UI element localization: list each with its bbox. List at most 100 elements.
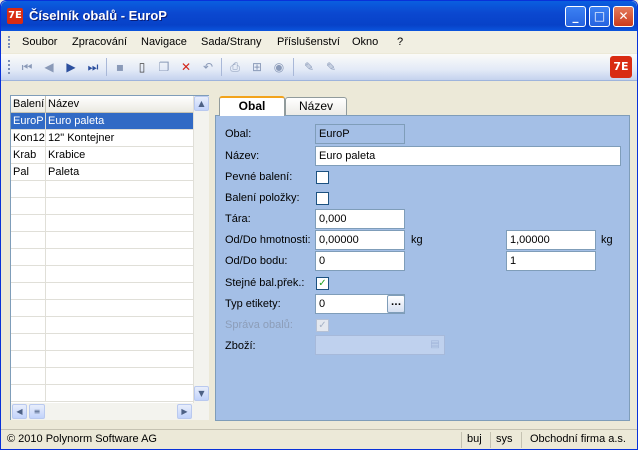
edit-icon[interactable]: ✎ [301, 59, 317, 75]
empty-row [11, 249, 193, 266]
brand-logo-icon: 7E [610, 56, 632, 78]
hmotnost-label: Od/Do hmotnosti: [225, 234, 311, 246]
scroll-down-icon[interactable]: ▼ [194, 386, 209, 401]
main-window: 7E Číselník obalů - EuroP _ □ ✕ Soubor Z… [0, 0, 638, 450]
menu-soubor[interactable]: Soubor [22, 36, 57, 48]
cell-name: Paleta [48, 166, 80, 178]
empty-row [11, 368, 193, 385]
detail-tabs: Obal Název Obal: EuroP Název: Euro palet… [215, 96, 630, 421]
baleni-polozky-label: Balení položky: [225, 192, 300, 204]
scroll-left-icon[interactable]: ◀ [12, 404, 27, 419]
menu-grip[interactable] [8, 36, 10, 48]
table-row[interactable]: EuroP Euro paleta [11, 113, 193, 130]
bodu-to-field[interactable]: 1 [506, 251, 596, 271]
delete-icon[interactable]: ✕ [178, 59, 194, 75]
hmotnost-from-field[interactable]: 0,00000 [315, 230, 405, 250]
title-bar[interactable]: 7E Číselník obalů - EuroP _ □ ✕ [1, 1, 637, 31]
column-divider[interactable] [45, 96, 46, 113]
bodu-label: Od/Do bodu: [225, 255, 288, 267]
scroll-up-icon[interactable]: ▲ [194, 96, 209, 111]
empty-row [11, 232, 193, 249]
empty-row [11, 385, 193, 402]
status-copyright: © 2010 Polynorm Software AG [7, 433, 157, 445]
next-record-icon[interactable]: ▶ [63, 59, 79, 75]
save-icon[interactable]: ▪ [112, 59, 128, 75]
horizontal-scrollbar[interactable]: ◀ ≡ ▶ [11, 403, 209, 420]
toolbar-separator [221, 58, 222, 76]
edit-alt-icon[interactable]: ✎ [323, 59, 339, 75]
tab-obal[interactable]: Obal [219, 96, 285, 116]
nazev-label: Název: [225, 150, 260, 162]
status-separator [490, 432, 491, 448]
app-logo-icon: 7E [7, 8, 23, 24]
table-row[interactable]: Kon12 12" Kontejner [11, 130, 193, 147]
tara-field[interactable]: 0,000 [315, 209, 405, 229]
packaging-grid: Balení Název EuroP Euro paleta Kon12 12"… [10, 95, 209, 420]
typ-etikety-lookup-button[interactable]: ... [387, 295, 405, 313]
cell-name: 12" Kontejner [48, 132, 115, 144]
tab-panel-obal: Obal: EuroP Název: Euro paleta Pevné bal… [215, 115, 630, 421]
hmotnost-to-field[interactable]: 1,00000 [506, 230, 596, 250]
menu-help[interactable]: ? [397, 36, 403, 48]
obal-field: EuroP [315, 124, 405, 144]
toolbar-separator [106, 58, 107, 76]
pevne-baleni-label: Pevné balení: [225, 171, 293, 183]
first-record-icon[interactable]: ⏮ [19, 59, 35, 75]
maximize-button[interactable]: □ [589, 6, 610, 27]
status-company: Obchodní firma a.s. [530, 433, 626, 445]
status-separator [521, 432, 522, 448]
menu-okno[interactable]: Okno [352, 36, 378, 48]
toolbar-separator [293, 58, 294, 76]
stejne-label: Stejné bal.přek.: [225, 277, 305, 289]
sprava-obalu-label: Správa obalů: [225, 319, 293, 331]
obal-label: Obal: [225, 128, 252, 140]
cell-divider [45, 147, 46, 164]
vertical-scrollbar[interactable]: ▲ ▼ [193, 96, 209, 403]
nazev-field[interactable]: Euro paleta [315, 146, 621, 166]
last-record-icon[interactable]: ⏭ [85, 59, 101, 75]
scroll-right-icon[interactable]: ▶ [177, 404, 192, 419]
table-row[interactable]: Pal Paleta [11, 164, 193, 181]
tab-nazev[interactable]: Název [285, 97, 347, 115]
empty-row [11, 283, 193, 300]
cell-code: Krab [13, 149, 37, 161]
menu-navigace[interactable]: Navigace [141, 36, 187, 48]
empty-row [11, 351, 193, 368]
bodu-from-field[interactable]: 0 [315, 251, 405, 271]
cell-code: EuroP [13, 115, 44, 127]
cell-name: Krabice [48, 149, 86, 161]
new-icon[interactable]: ▯ [134, 59, 150, 75]
menu-zpracovani[interactable]: Zpracování [72, 36, 127, 48]
toolbar-grip[interactable] [8, 60, 10, 74]
stejne-checkbox[interactable]: ✓ [316, 277, 329, 290]
menu-sada-strany[interactable]: Sada/Strany [201, 36, 262, 48]
baleni-polozky-checkbox[interactable] [316, 192, 329, 205]
tree-icon[interactable]: ⊞ [249, 59, 265, 75]
undo-icon[interactable]: ↶ [200, 59, 216, 75]
cell-code: Pal [13, 166, 29, 178]
status-bar: © 2010 Polynorm Software AG buj sys Obch… [1, 429, 637, 449]
pevne-baleni-checkbox[interactable] [316, 171, 329, 184]
status-database: sys [496, 433, 513, 445]
status-user: buj [467, 433, 482, 445]
column-header-nazev[interactable]: Název [48, 98, 79, 110]
close-button[interactable]: ✕ [613, 6, 634, 27]
copy-icon[interactable]: ❐ [156, 59, 172, 75]
column-header-baleni[interactable]: Balení [13, 98, 44, 110]
grid-header: Balení Název [11, 96, 193, 113]
prev-record-icon[interactable]: ◀ [41, 59, 57, 75]
menu-prislusenstvi[interactable]: Příslušenství [277, 36, 340, 48]
table-row[interactable]: Krab Krabice [11, 147, 193, 164]
menu-bar: Soubor Zpracování Navigace Sada/Strany P… [1, 31, 637, 53]
refresh-icon[interactable]: ◉ [271, 59, 287, 75]
print-icon[interactable]: ⎙ [227, 59, 243, 75]
minimize-button[interactable]: _ [565, 6, 586, 27]
empty-row [11, 181, 193, 198]
scroll-thumb[interactable]: ≡ [29, 404, 45, 419]
empty-row [11, 215, 193, 232]
grid-body: EuroP Euro paleta Kon12 12" Kontejner Kr… [11, 113, 193, 402]
typ-etikety-label: Typ etikety: [225, 298, 281, 310]
empty-row [11, 317, 193, 334]
zbozi-field [315, 335, 445, 355]
sprava-obalu-checkbox: ✓ [316, 319, 329, 332]
